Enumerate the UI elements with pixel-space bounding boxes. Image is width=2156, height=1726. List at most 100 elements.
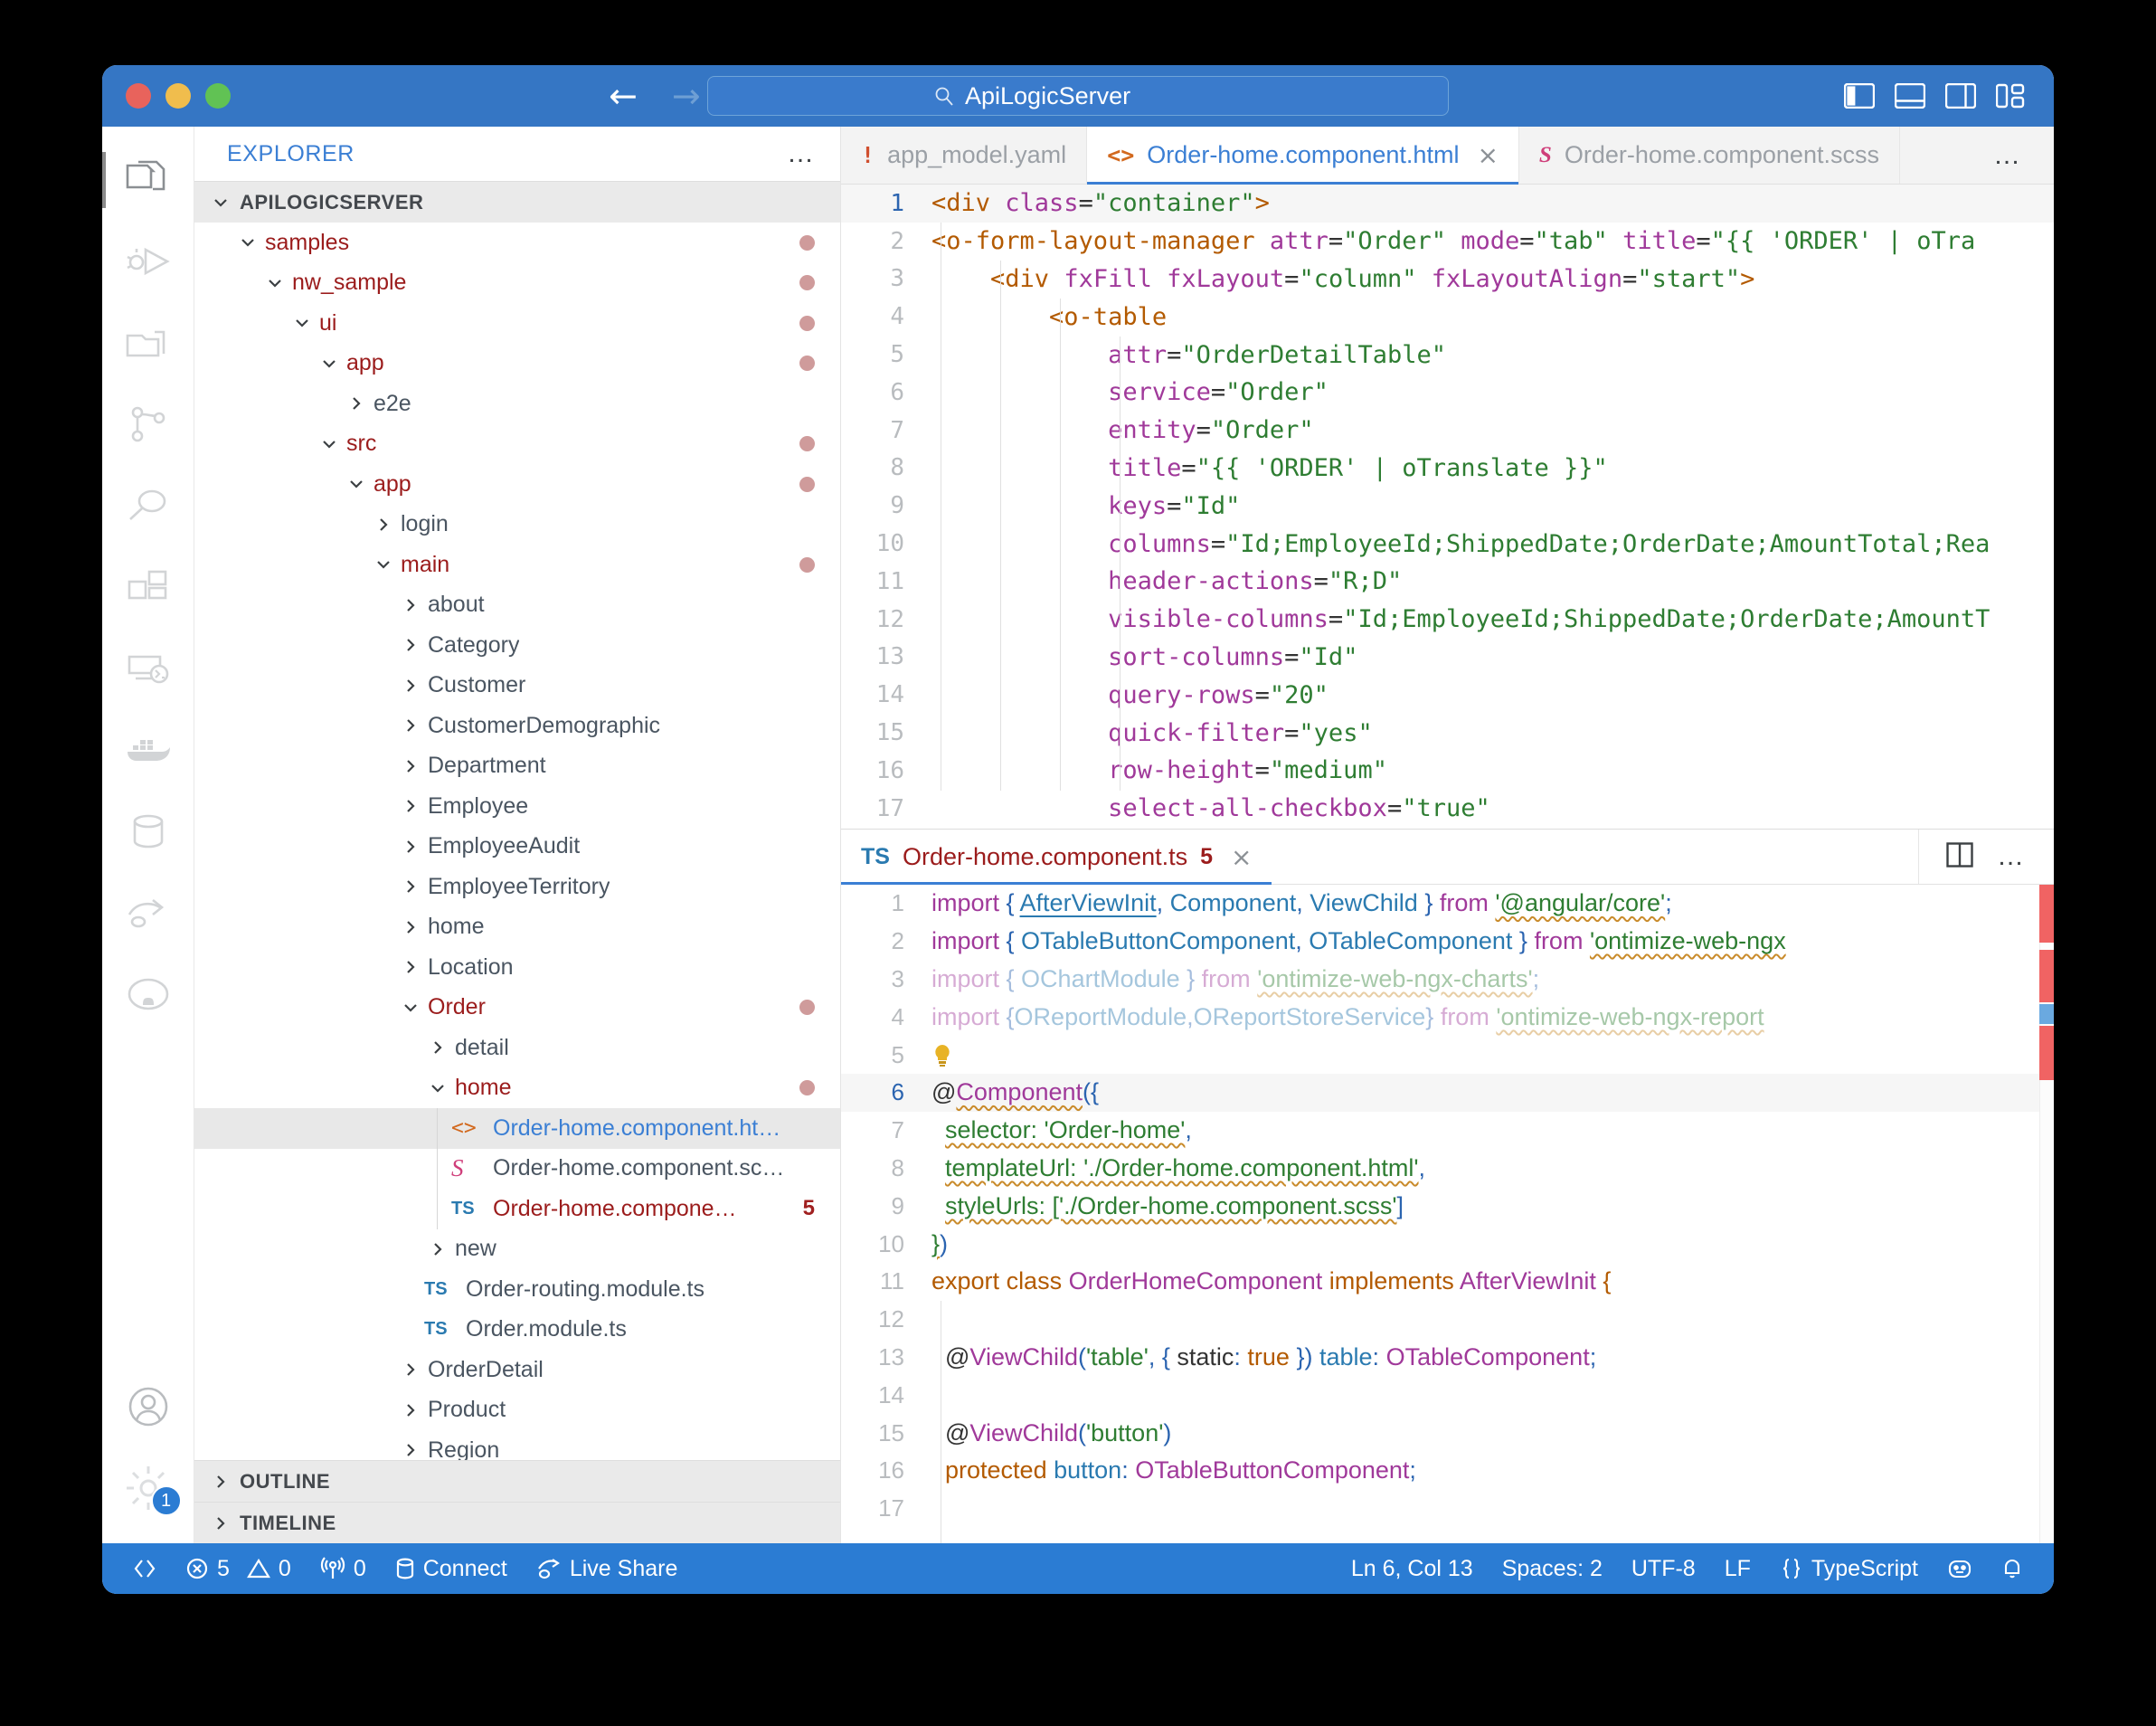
activity-database-icon[interactable]: [102, 791, 194, 872]
code-line[interactable]: 9 keys="Id": [841, 487, 2054, 525]
tree-folder-row[interactable]: e2e: [194, 384, 840, 424]
activity-folder-icon[interactable]: [102, 302, 194, 384]
activity-accounts-icon[interactable]: [102, 1366, 194, 1447]
tree-folder-row[interactable]: EmployeeAudit: [194, 827, 840, 868]
twisty[interactable]: [397, 1400, 424, 1420]
tree-file-row[interactable]: S Order-home.component.sc…: [194, 1149, 840, 1190]
twisty[interactable]: [397, 998, 424, 1018]
tree-folder-row[interactable]: Customer: [194, 666, 840, 707]
editor-tab-bar[interactable]: ! app_model.yaml <> Order-home.component.ht…: [841, 127, 2054, 185]
twisty[interactable]: [397, 716, 424, 735]
twisty[interactable]: [316, 354, 343, 374]
twisty[interactable]: [397, 1440, 424, 1460]
tab-app-model-yaml[interactable]: ! app_model.yaml: [841, 127, 1088, 184]
minimize-window-button[interactable]: [165, 83, 191, 109]
split-editor-icon[interactable]: [1946, 841, 1973, 872]
code-line[interactable]: 4 <o-table: [841, 298, 2054, 336]
code-line[interactable]: 3 import { OChartModule } from 'ontimize-…: [841, 961, 2054, 999]
twisty[interactable]: [424, 1038, 451, 1057]
outline-section-header[interactable]: OUTLINE: [194, 1460, 840, 1502]
tree-folder-row[interactable]: about: [194, 585, 840, 626]
status-cursor-position[interactable]: Ln 6, Col 13: [1337, 1556, 1488, 1582]
tree-folder-row[interactable]: Location: [194, 947, 840, 988]
tree-folder-row[interactable]: OrderDetail: [194, 1350, 840, 1390]
code-line[interactable]: 10 columns="Id;EmployeeId;ShippedDate;Or…: [841, 525, 2054, 563]
twisty[interactable]: [424, 1239, 451, 1259]
code-line[interactable]: 9 styleUrls: ['./Order-home.component.sc…: [841, 1187, 2054, 1225]
activity-deploy-icon[interactable]: [102, 872, 194, 953]
code-line[interactable]: 15 @ViewChild('button'): [841, 1414, 2054, 1452]
toggle-panel-icon[interactable]: [1895, 83, 1925, 109]
twisty[interactable]: [397, 917, 424, 937]
twisty[interactable]: [397, 877, 424, 896]
html-editor[interactable]: 1 <div class="container"> 2 <o-form-layout-…: [841, 185, 2054, 829]
twisty[interactable]: [261, 273, 288, 293]
twisty[interactable]: [424, 1078, 451, 1098]
code-line[interactable]: 8 title="{{ 'ORDER' | oTranslate }}": [841, 450, 2054, 488]
tab-order-home-component-ts[interactable]: TS Order-home.component.ts 5 ×: [841, 830, 1272, 885]
timeline-section-header[interactable]: TIMELINE: [194, 1502, 840, 1543]
code-line[interactable]: 4 import {OReportModule,OReportStoreServi…: [841, 998, 2054, 1036]
code-line[interactable]: 1 <div class="container">: [841, 185, 2054, 223]
code-line[interactable]: 5: [841, 1036, 2054, 1074]
activity-run-and-debug-icon[interactable]: [102, 221, 194, 302]
code-line[interactable]: 17: [841, 1490, 2054, 1528]
twisty[interactable]: [397, 837, 424, 857]
status-language-mode[interactable]: TypeScript: [1765, 1556, 1933, 1582]
code-line[interactable]: 11 header-actions="R;D": [841, 563, 2054, 601]
twisty[interactable]: [397, 676, 424, 696]
status-notifications[interactable]: [1987, 1557, 2038, 1580]
tree-folder-row[interactable]: Order: [194, 988, 840, 1029]
tree-folder-row[interactable]: samples: [194, 223, 840, 263]
code-line[interactable]: 11 export class OrderHomeComponent implem…: [841, 1263, 2054, 1301]
status-live-share[interactable]: Live Share: [522, 1556, 693, 1582]
code-line[interactable]: 16 protected button: OTableButtonCompone…: [841, 1452, 2054, 1490]
code-line[interactable]: 10}): [841, 1225, 2054, 1263]
twisty[interactable]: [343, 474, 370, 494]
tree-file-row[interactable]: TS Order-home.compone… 5: [194, 1189, 840, 1229]
tab-order-home-component-html[interactable]: <> Order-home.component.html ×: [1087, 127, 1519, 185]
status-indentation[interactable]: Spaces: 2: [1488, 1556, 1617, 1582]
go-back-icon[interactable]: ←: [609, 79, 638, 113]
close-window-button[interactable]: [126, 83, 151, 109]
tree-folder-row[interactable]: nw_sample: [194, 263, 840, 304]
code-line[interactable]: 14 query-rows="20": [841, 676, 2054, 714]
code-line[interactable]: 8 templateUrl: './Order-home.component.h…: [841, 1150, 2054, 1188]
code-line[interactable]: 6 service="Order": [841, 374, 2054, 412]
code-line[interactable]: 2 <o-form-layout-manager attr="Order" mod…: [841, 223, 2054, 261]
file-tree[interactable]: samples nw_sample ui app e2e src app login main a…: [194, 223, 840, 1460]
twisty[interactable]: [343, 394, 370, 413]
status-connect[interactable]: Connect: [381, 1556, 522, 1582]
code-line[interactable]: 12 visible-columns="Id;EmployeeId;Shippe…: [841, 601, 2054, 639]
twisty[interactable]: [397, 635, 424, 655]
status-remote-indicator[interactable]: [118, 1557, 171, 1580]
code-line[interactable]: 7 entity="Order": [841, 412, 2054, 450]
tree-folder-row[interactable]: ui: [194, 303, 840, 344]
twisty[interactable]: [370, 515, 397, 535]
twisty[interactable]: [234, 232, 261, 252]
code-line[interactable]: 3 <div fxFill fxLayout="column" fxLayout…: [841, 261, 2054, 299]
code-line[interactable]: 15 quick-filter="yes": [841, 714, 2054, 752]
tree-folder-row[interactable]: CustomerDemographic: [194, 706, 840, 746]
twisty[interactable]: [370, 555, 397, 574]
status-ports[interactable]: 0: [306, 1556, 381, 1582]
activity-settings-gear-icon[interactable]: 1: [102, 1447, 194, 1529]
activity-search-icon[interactable]: [102, 465, 194, 546]
tree-file-row[interactable]: <> Order-home.component.ht…: [194, 1108, 840, 1149]
zoom-window-button[interactable]: [205, 83, 231, 109]
twisty[interactable]: [288, 313, 316, 333]
tree-folder-row[interactable]: home: [194, 907, 840, 948]
close-tab-icon[interactable]: ×: [1231, 842, 1252, 872]
tree-folder-row[interactable]: Employee: [194, 786, 840, 827]
typescript-code-area[interactable]: 1 import { AfterViewInit, Component, View…: [841, 885, 2054, 1543]
overview-ruler[interactable]: [2039, 885, 2054, 1543]
toggle-primary-sidebar-icon[interactable]: [1844, 83, 1875, 109]
status-feedback[interactable]: [1933, 1557, 1987, 1580]
twisty[interactable]: [397, 796, 424, 816]
activity-github-icon[interactable]: [102, 953, 194, 1035]
tree-folder-row[interactable]: new: [194, 1229, 840, 1270]
typescript-tab-bar[interactable]: TS Order-home.component.ts 5 × …: [841, 829, 2054, 885]
code-line[interactable]: 6 @Component({: [841, 1073, 2054, 1112]
code-line[interactable]: 16 row-height="medium": [841, 752, 2054, 790]
tree-folder-row[interactable]: login: [194, 505, 840, 545]
